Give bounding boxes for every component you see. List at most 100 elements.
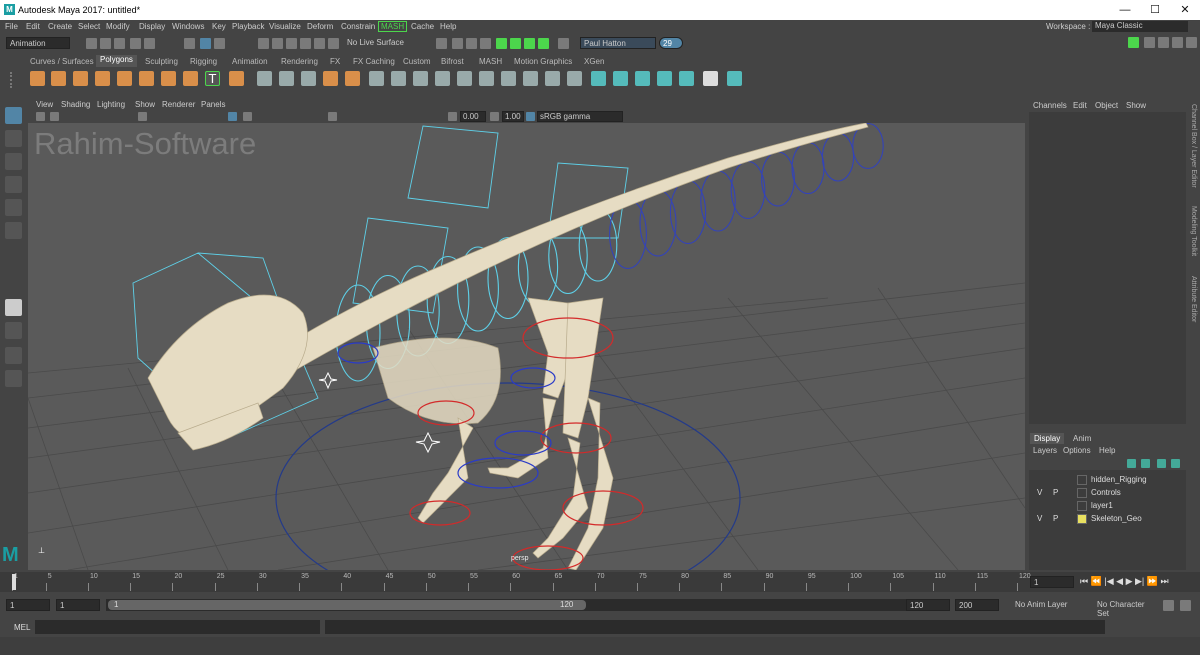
symmetry-icon[interactable] xyxy=(727,71,742,86)
multi-cut-icon[interactable] xyxy=(435,71,450,86)
live-surface-field[interactable]: No Live Surface xyxy=(344,37,426,49)
poly-plane-icon[interactable] xyxy=(139,71,154,86)
maximize-button[interactable]: ☐ xyxy=(1140,2,1170,18)
layer-tab-display[interactable]: Display xyxy=(1030,433,1065,444)
viewport-menu-panels[interactable]: Panels xyxy=(201,100,225,109)
exposure-icon[interactable] xyxy=(448,112,457,121)
playback-start-field[interactable]: 1 xyxy=(56,599,100,611)
shelf-tab-polygons[interactable]: Polygons xyxy=(96,55,137,67)
snap-live-icon[interactable] xyxy=(328,38,339,49)
shelf-tab-curves-surfaces[interactable]: Curves / Surfaces xyxy=(30,57,94,66)
bridge-icon[interactable] xyxy=(391,71,406,86)
camera-select-icon[interactable] xyxy=(36,112,45,121)
outliner-layout-icon[interactable] xyxy=(5,370,22,387)
channel-edit-menu[interactable]: Edit xyxy=(1073,101,1087,110)
spine-control-ring[interactable] xyxy=(852,122,884,170)
scene-start-field[interactable]: 1 xyxy=(6,599,50,611)
poly-cube-icon[interactable] xyxy=(51,71,66,86)
auto-key-icon[interactable] xyxy=(1163,600,1174,611)
toggle-tool-settings-icon[interactable] xyxy=(1158,37,1169,48)
spine-control-ring[interactable] xyxy=(669,179,707,245)
layer-color-swatch[interactable] xyxy=(1077,501,1087,511)
checker-icon[interactable] xyxy=(703,71,718,86)
lasso-tool-icon[interactable] xyxy=(5,130,22,147)
quad-draw-icon[interactable] xyxy=(479,71,494,86)
layer-color-swatch[interactable] xyxy=(1077,488,1087,498)
step-back-frame-icon[interactable]: |◀ xyxy=(1104,576,1113,586)
layer-name[interactable]: layer1 xyxy=(1091,501,1113,510)
menu-edit[interactable]: Edit xyxy=(26,22,40,31)
menu-visualize[interactable]: Visualize xyxy=(269,22,301,31)
current-frame-field[interactable]: 1 xyxy=(1030,576,1074,588)
dinosaur-skeleton[interactable] xyxy=(147,122,869,570)
toggle-modeling-toolkit-icon[interactable] xyxy=(1128,37,1139,48)
channel-show-menu[interactable]: Show xyxy=(1126,101,1146,110)
anim-layer-dropdown[interactable]: No Anim Layer xyxy=(1012,599,1090,611)
layer-visibility-toggle[interactable]: V xyxy=(1037,514,1042,523)
camera-attributes-icon[interactable] xyxy=(50,112,59,121)
channel-object-menu[interactable]: Object xyxy=(1095,101,1118,110)
spine-control-ring[interactable] xyxy=(730,160,766,220)
scene-view[interactable] xyxy=(28,98,1025,570)
menu-deform[interactable]: Deform xyxy=(307,22,333,31)
snap-view-icon[interactable] xyxy=(300,38,311,49)
move-layer-up-icon[interactable] xyxy=(1127,459,1136,468)
single-perspective-layout-icon[interactable] xyxy=(5,299,22,316)
poly-cone-icon[interactable] xyxy=(95,71,110,86)
current-time-marker[interactable] xyxy=(12,574,16,590)
append-polygon-icon[interactable] xyxy=(501,71,516,86)
scale-tool-icon[interactable] xyxy=(5,222,22,239)
play-forward-icon[interactable]: ▶ xyxy=(1126,576,1133,586)
layer-help-menu[interactable]: Help xyxy=(1099,446,1115,455)
menu-modify[interactable]: Modify xyxy=(106,22,130,31)
four-view-layout-icon[interactable] xyxy=(5,322,22,339)
mirror-icon[interactable] xyxy=(345,71,360,86)
arnold-icon[interactable] xyxy=(496,38,507,49)
snap-point-icon[interactable] xyxy=(286,38,297,49)
user-account-dropdown[interactable]: Paul Hatton xyxy=(580,37,656,49)
shelf-tab-animation[interactable]: Animation xyxy=(232,57,268,66)
wireframe-on-shaded-icon[interactable] xyxy=(228,112,237,121)
layer-color-swatch[interactable] xyxy=(1077,475,1087,485)
step-forward-key-icon[interactable]: ⏩ xyxy=(1147,576,1158,586)
step-back-key-icon[interactable]: ⏪ xyxy=(1091,576,1102,586)
shelf-tab-bifrost[interactable]: Bifrost xyxy=(441,57,464,66)
poly-cylinder-icon[interactable] xyxy=(73,71,88,86)
xray-icon[interactable] xyxy=(328,112,337,121)
ipr-render-icon[interactable] xyxy=(466,38,477,49)
cylindrical-uv-icon[interactable] xyxy=(635,71,650,86)
menu-windows[interactable]: Windows xyxy=(172,22,204,31)
spine-control-ring[interactable] xyxy=(791,141,825,195)
shelf-tab-sculpting[interactable]: Sculpting xyxy=(145,57,178,66)
new-layer-icon[interactable] xyxy=(1157,459,1166,468)
gamma-icon[interactable] xyxy=(490,112,499,121)
fill-hole-icon[interactable] xyxy=(523,71,538,86)
shelf-tab-xgen[interactable]: XGen xyxy=(584,57,604,66)
layer-row[interactable]: layer1 xyxy=(1033,500,1187,512)
spherical-uv-icon[interactable] xyxy=(657,71,672,86)
shelf-tab-custom[interactable]: Custom xyxy=(403,57,431,66)
render-setup-icon[interactable] xyxy=(524,38,535,49)
render-view-icon[interactable] xyxy=(436,38,447,49)
snap-curve-icon[interactable] xyxy=(272,38,283,49)
layer-row[interactable]: V P Skeleton_Geo xyxy=(1033,513,1187,525)
side-tab-channel-box[interactable]: Channel Box / Layer Editor xyxy=(1190,104,1197,188)
channels-menu[interactable]: Channels xyxy=(1033,101,1067,110)
menu-display[interactable]: Display xyxy=(139,22,165,31)
light-editor-icon[interactable] xyxy=(538,38,549,49)
shelf-tab-fx[interactable]: FX xyxy=(330,57,340,66)
range-slider-handle[interactable]: 1 120 xyxy=(108,600,586,610)
move-tool-icon[interactable] xyxy=(5,176,22,193)
character-set-dropdown[interactable]: No Character Set xyxy=(1094,599,1158,618)
shelf-tab-mash[interactable]: MASH xyxy=(479,57,502,66)
poly-svg-icon[interactable] xyxy=(229,71,244,86)
menu-help[interactable]: Help xyxy=(440,22,456,31)
render-frame-icon[interactable] xyxy=(452,38,463,49)
side-tab-modeling-toolkit[interactable]: Modeling Toolkit xyxy=(1190,206,1197,256)
automatic-uv-icon[interactable] xyxy=(613,71,628,86)
viewport-menu-show[interactable]: Show xyxy=(135,100,155,109)
menu-playback[interactable]: Playback xyxy=(232,22,264,31)
new-scene-icon[interactable] xyxy=(86,38,97,49)
toggle-channel-box-icon[interactable] xyxy=(1172,37,1183,48)
command-type-label[interactable]: MEL xyxy=(14,623,30,632)
